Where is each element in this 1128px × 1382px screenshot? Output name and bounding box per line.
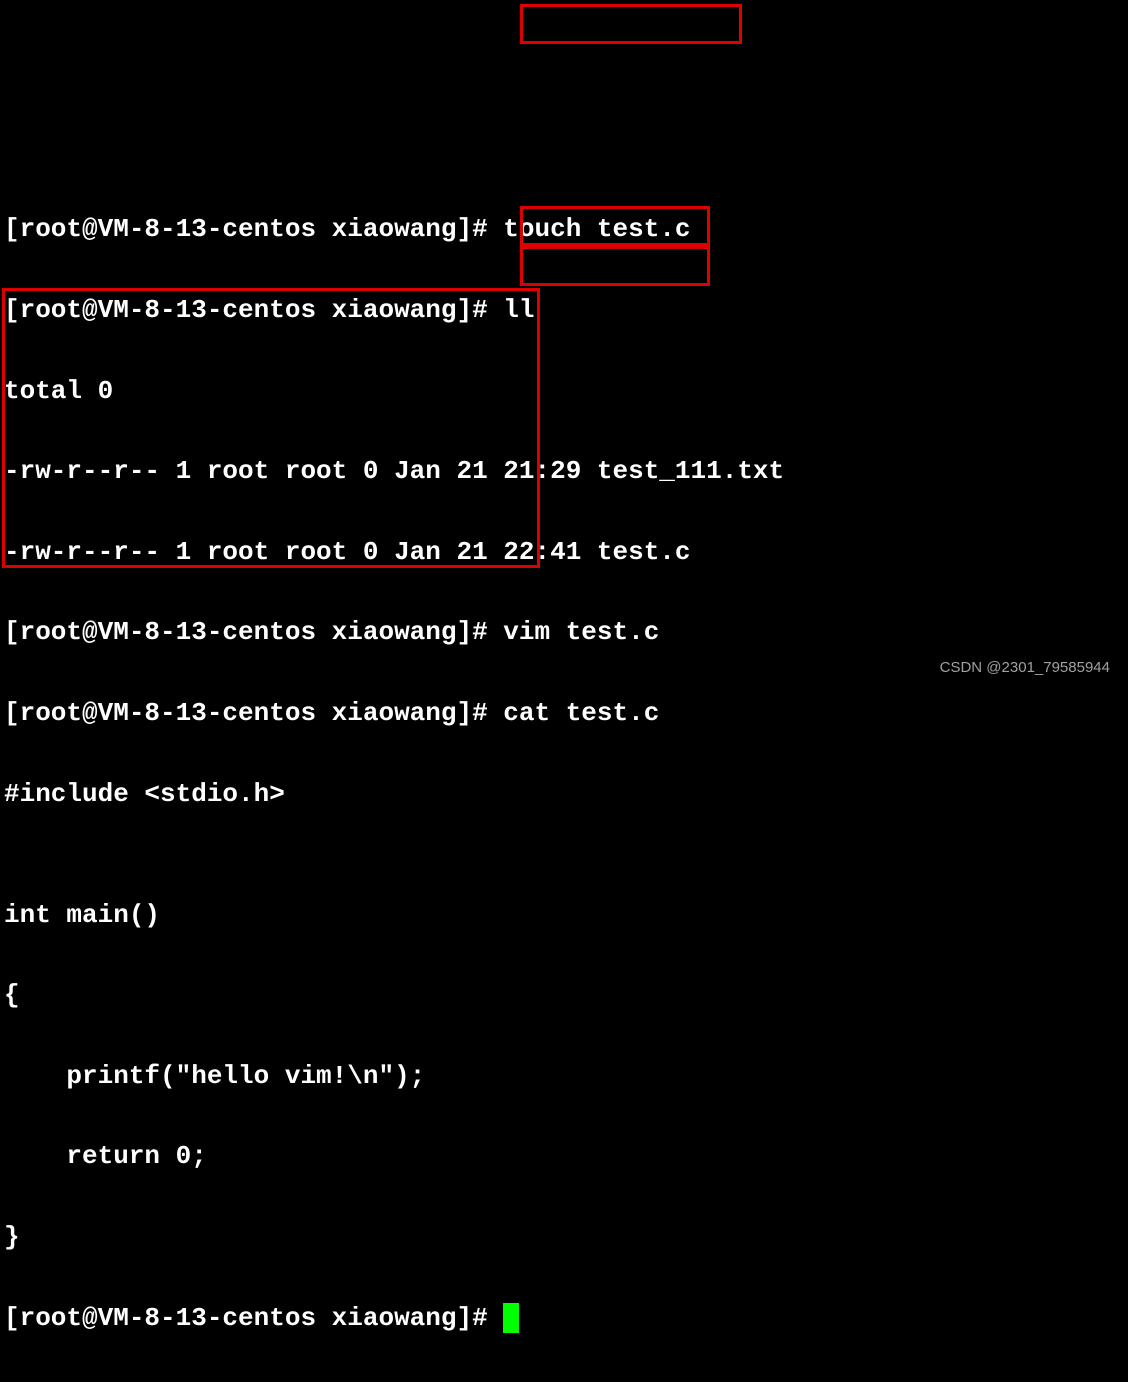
prompt: [root@VM-8-13-centos xiaowang]# xyxy=(4,698,488,728)
cmd-touch: touch test.c xyxy=(503,214,690,244)
line-file2: -rw-r--r-- 1 root root 0 Jan 21 22:41 te… xyxy=(4,532,1124,572)
cmd-ll: ll xyxy=(503,295,534,325)
prompt: [root@VM-8-13-centos xiaowang]# xyxy=(4,214,488,244)
watermark: CSDN @2301_79585944 xyxy=(940,656,1110,679)
line-prompt-final: [root@VM-8-13-centos xiaowang]# xyxy=(4,1298,1124,1338)
code-open: { xyxy=(4,975,1124,1015)
highlight-touch xyxy=(520,4,742,44)
line-touch: [root@VM-8-13-centos xiaowang]# touch te… xyxy=(4,209,1124,249)
line-cat: [root@VM-8-13-centos xiaowang]# cat test… xyxy=(4,693,1124,733)
prompt: [root@VM-8-13-centos xiaowang]# xyxy=(4,1303,488,1333)
code-close: } xyxy=(4,1217,1124,1257)
cmd-cat: cat test.c xyxy=(503,698,659,728)
code-return: return 0; xyxy=(4,1136,1124,1176)
line-ll: [root@VM-8-13-centos xiaowang]# ll xyxy=(4,290,1124,330)
cmd-vim: vim test.c xyxy=(503,617,659,647)
prompt: [root@VM-8-13-centos xiaowang]# xyxy=(4,295,488,325)
code-printf: printf("hello vim!\n"); xyxy=(4,1056,1124,1096)
line-vim: [root@VM-8-13-centos xiaowang]# vim test… xyxy=(4,612,1124,652)
cursor-icon xyxy=(503,1303,519,1333)
code-include: #include <stdio.h> xyxy=(4,774,1124,814)
line-total: total 0 xyxy=(4,371,1124,411)
prompt: [root@VM-8-13-centos xiaowang]# xyxy=(4,617,488,647)
line-file1: -rw-r--r-- 1 root root 0 Jan 21 21:29 te… xyxy=(4,451,1124,491)
code-main: int main() xyxy=(4,895,1124,935)
terminal-output[interactable]: [root@VM-8-13-centos xiaowang]# touch te… xyxy=(4,169,1124,1378)
